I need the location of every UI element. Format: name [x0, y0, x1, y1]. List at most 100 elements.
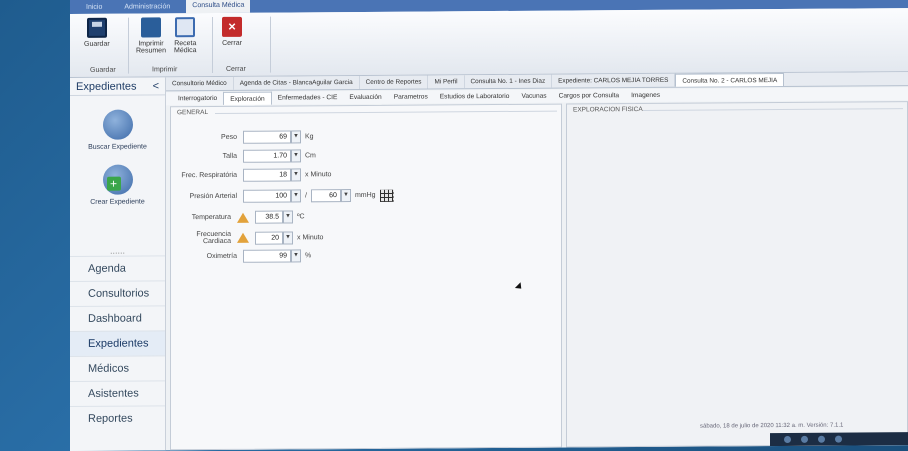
search-record-button[interactable]: Buscar Expediente [70, 109, 165, 151]
doc-tab-agenda[interactable]: Agenda de Citas - BlancaAguilar Garcia [233, 75, 360, 90]
tab-parametros[interactable]: Parametros [388, 90, 434, 103]
temp-input[interactable]: 38.5 [255, 210, 283, 224]
taskbar-icon[interactable] [801, 435, 808, 443]
height-input[interactable]: 1.70 [243, 149, 291, 163]
sidebar: Expedientes < Buscar Expediente Crear Ex… [70, 77, 166, 451]
hr-unit: x Minuto [297, 233, 324, 241]
hr-warning-icon [237, 232, 249, 243]
tab-exploracion[interactable]: Exploración [223, 91, 272, 105]
tab-evaluacion[interactable]: Evaluación [343, 91, 387, 104]
height-label: Talla [222, 152, 237, 160]
ribbon-tab-inicio[interactable]: Inicio [80, 3, 108, 10]
doc-tab-consulta-2[interactable]: Consulta No. 2 - CARLOS MEJIA [675, 73, 785, 87]
panel-divider [643, 108, 903, 111]
oximetry-label: Oximetría [206, 252, 237, 261]
hr-dropdown[interactable]: ▼ [283, 230, 293, 245]
bp-separator: / [305, 192, 307, 200]
tab-vacunas[interactable]: Vacunas [515, 90, 552, 103]
nav-agenda[interactable]: Agenda [70, 255, 165, 281]
save-icon [86, 17, 107, 38]
resp-input[interactable]: 18 [243, 168, 291, 182]
panel-divider [215, 110, 557, 114]
bp-unit: mmHg [354, 191, 376, 200]
create-record-label: Crear Expediente [90, 198, 145, 206]
bp-diastolic-dropdown[interactable]: ▼ [340, 189, 351, 203]
hr-input[interactable]: 20 [255, 231, 283, 245]
status-bar-text: sábado, 18 de julio de 2020 11:32 a. m. … [700, 422, 844, 430]
temp-unit: ºC [297, 213, 305, 221]
height-unit: Cm [305, 152, 316, 160]
tab-imagenes[interactable]: Imagenes [625, 89, 666, 102]
physical-exam-title: EXPLORACION FISICA [573, 106, 643, 114]
doc-tab-expediente[interactable]: Expediente: CARLOS MEJIA TORRES [552, 73, 676, 88]
table-grid-icon[interactable] [379, 189, 394, 202]
create-record-icon [102, 164, 133, 195]
oximetry-unit: % [305, 252, 312, 260]
sidebar-splitter[interactable]: ...... [70, 245, 165, 256]
app-window: Inicio Administración Consulta Médica Gu… [70, 0, 908, 451]
general-panel: GENERAL Peso 69 ▼ Kg Talla 1.70 ▼ Cm Fre… [170, 103, 562, 451]
tab-enfermedades[interactable]: Enfermedades - CIE [272, 91, 344, 105]
oximetry-dropdown[interactable]: ▼ [291, 249, 301, 263]
save-button[interactable]: Guardar [84, 17, 110, 48]
temp-warning-icon [237, 212, 249, 223]
tab-cargos[interactable]: Cargos por Consulta [553, 89, 625, 103]
group-divider [270, 16, 271, 73]
taskbar-icon[interactable] [784, 435, 791, 444]
prescription-button[interactable]: Receta Médica [174, 17, 197, 54]
height-row: Talla 1.70 ▼ Cm [171, 149, 316, 163]
nav-reportes[interactable]: Reportes [70, 405, 165, 431]
oximetry-row: Oximetría 99 ▼ % [171, 249, 311, 263]
temp-dropdown[interactable]: ▼ [283, 210, 293, 224]
weight-label: Peso [221, 133, 237, 141]
group-divider [212, 17, 213, 74]
doc-tab-consulta-1[interactable]: Consulta No. 1 - Ines Diaz [464, 74, 553, 89]
nav-dashboard[interactable]: Dashboard [70, 305, 165, 331]
ribbon-tab-consulta-medica[interactable]: Consulta Médica [186, 0, 251, 14]
doc-tab-perfil[interactable]: Mi Perfil [428, 75, 465, 89]
sidebar-header: Expedientes < [70, 77, 165, 96]
sidebar-title: Expedientes [76, 80, 137, 93]
height-dropdown[interactable]: ▼ [291, 149, 301, 163]
taskbar [770, 432, 908, 447]
ribbon: Guardar Imprimir Resumen Receta Médica ×… [70, 8, 908, 79]
group-label-cerrar: Cerrar [226, 65, 246, 73]
doc-tab-consultorio[interactable]: Consultorio Médico [166, 76, 234, 91]
close-button[interactable]: × Cerrar [222, 16, 242, 47]
close-icon: × [222, 16, 242, 37]
group-divider [128, 17, 129, 74]
weight-row: Peso 69 ▼ Kg [171, 130, 314, 144]
resp-row: Frec. Respiratória 18 ▼ x Minuto [171, 168, 331, 182]
tab-interrogatorio[interactable]: Interrogatorio [172, 92, 223, 105]
doc-tab-reportes[interactable]: Centro de Reportes [359, 75, 429, 89]
group-label-guardar: Guardar [90, 66, 116, 74]
nav-consultorios[interactable]: Consultorios [70, 280, 165, 306]
taskbar-icon[interactable] [818, 435, 825, 443]
mouse-cursor-icon [514, 282, 525, 292]
nav-expedientes[interactable]: Expedientes [70, 330, 165, 356]
search-record-label: Buscar Expediente [88, 143, 147, 151]
taskbar-icon[interactable] [835, 435, 842, 443]
collapse-sidebar-button[interactable]: < [153, 80, 159, 92]
printer-icon [140, 17, 161, 38]
resp-dropdown[interactable]: ▼ [291, 168, 301, 182]
bp-systolic-dropdown[interactable]: ▼ [291, 189, 301, 203]
print-summary-button[interactable]: Imprimir Resumen [136, 17, 166, 55]
tab-laboratorio[interactable]: Estudios de Laboratorio [434, 90, 516, 104]
bp-row: Presión Arterial 100 ▼ / 60 ▼ mmHg [171, 189, 394, 204]
bp-diastolic-input[interactable]: 60 [310, 189, 341, 203]
group-label-imprimir: Imprimir [152, 66, 178, 74]
bp-systolic-input[interactable]: 100 [243, 189, 291, 203]
resp-unit: x Minuto [305, 171, 332, 179]
bp-label: Presión Arterial [189, 192, 237, 201]
weight-dropdown[interactable]: ▼ [291, 130, 301, 144]
weight-unit: Kg [305, 133, 314, 141]
create-record-button[interactable]: Crear Expediente [70, 164, 165, 206]
hr-row: Frecuencia Cardiaca 20 ▼ x Minuto [171, 230, 323, 245]
ribbon-tab-administracion[interactable]: Administración [118, 3, 176, 10]
weight-input[interactable]: 69 [243, 130, 291, 144]
nav-asistentes[interactable]: Asistentes [70, 380, 165, 406]
save-label: Guardar [84, 40, 110, 48]
nav-medicos[interactable]: Médicos [70, 355, 165, 381]
oximetry-input[interactable]: 99 [243, 249, 291, 263]
